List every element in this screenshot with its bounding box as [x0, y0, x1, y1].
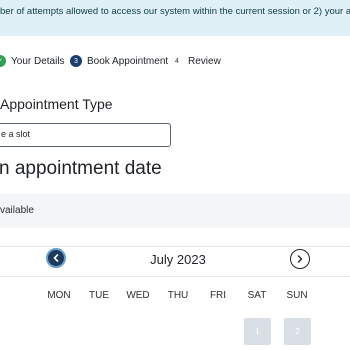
- divider: [0, 246, 350, 247]
- progress-steps: ✓ Your Details 3 Book Appointment 4 Revi…: [0, 50, 350, 72]
- step-review[interactable]: 4 Review: [171, 50, 221, 72]
- calendar-day[interactable]: 1: [244, 318, 271, 345]
- weekday-sun: SUN: [286, 290, 308, 301]
- appointment-date-heading: n appointment date: [0, 158, 162, 179]
- info-banner: ber of attempts allowed to access our sy…: [0, 0, 350, 36]
- previous-month-button[interactable]: [46, 248, 66, 268]
- divider: [0, 276, 350, 277]
- appointment-type-label: Appointment Type: [0, 96, 113, 112]
- step-book-appointment[interactable]: 3 Book Appointment: [70, 50, 168, 72]
- step-number-icon: 3: [70, 55, 82, 67]
- weekday-thu: THU: [167, 290, 189, 301]
- step-label: Book Appointment: [87, 55, 169, 67]
- banner-text: ber of attempts allowed to access our sy…: [0, 6, 350, 17]
- next-month-button[interactable]: [290, 249, 310, 269]
- chevron-right-icon: [297, 255, 303, 263]
- weekday-wed: WED: [126, 290, 150, 301]
- step-label: Review: [188, 55, 221, 67]
- step-your-details[interactable]: ✓ Your Details: [0, 50, 65, 72]
- calendar-day[interactable]: 2: [284, 318, 311, 345]
- availability-text: vailable: [0, 205, 34, 216]
- availability-notice: vailable: [0, 194, 350, 228]
- weekday-tue: TUE: [89, 290, 109, 301]
- step-label: Your Details: [11, 55, 65, 67]
- calendar-month-label: July 2023: [150, 252, 206, 267]
- appointment-type-select[interactable]: e a slot: [0, 123, 171, 147]
- weekday-sat: SAT: [247, 290, 267, 301]
- weekday-mon: MON: [47, 290, 71, 301]
- step-number-icon: 4: [175, 57, 179, 65]
- check-icon: ✓: [0, 55, 6, 67]
- weekday-fri: FRI: [209, 290, 227, 301]
- select-value: e a slot: [1, 129, 31, 139]
- chevron-left-icon: [53, 254, 59, 262]
